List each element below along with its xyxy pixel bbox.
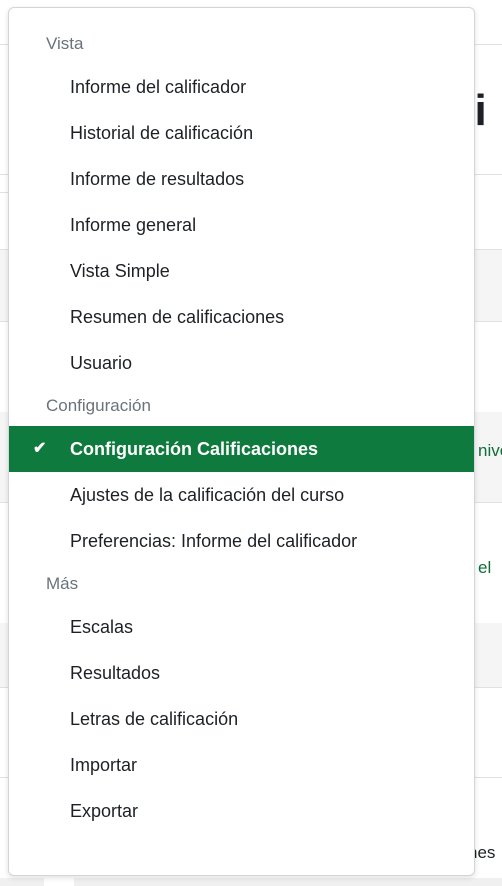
footer-cell — [44, 878, 74, 886]
menu-item-label: Vista Simple — [70, 261, 170, 281]
menu-item-label: Historial de calificación — [70, 123, 254, 143]
menu-item-label: Configuración Calificaciones — [70, 439, 319, 459]
group-header-configuracion: Configuración — [46, 396, 151, 415]
menu-item-label: Informe del calificador — [70, 77, 247, 97]
menu-item-resumen-calificaciones[interactable]: Resumen de calificaciones — [9, 294, 474, 340]
menu-item-informe-resultados[interactable]: Informe de resultados — [9, 156, 474, 202]
menu-item-vista-simple[interactable]: Vista Simple — [9, 248, 474, 294]
menu-item-informe-calificador[interactable]: Informe del calificador — [9, 64, 474, 110]
menu-item-preferencias-informe[interactable]: Preferencias: Informe del calificador — [9, 518, 474, 564]
group-header-vista: Vista — [46, 34, 84, 53]
menu-item-label: Informe general — [70, 215, 197, 235]
menu-item-label: Escalas — [70, 617, 134, 637]
menu-item-label: Letras de calificación — [70, 709, 239, 729]
group-header-mas: Más — [46, 574, 79, 593]
check-icon: ✔ — [33, 440, 47, 457]
table-link-fragment[interactable]: nive — [478, 441, 502, 461]
menu-item-label: Importar — [70, 755, 138, 775]
menu-item-resultados[interactable]: Resultados — [9, 650, 474, 696]
menu-item-historial-calificacion[interactable]: Historial de calificación — [9, 110, 474, 156]
table-link-fragment[interactable]: el — [478, 558, 491, 578]
menu-item-label: Resumen de calificaciones — [70, 307, 285, 327]
menu-item-label: Resultados — [70, 663, 161, 683]
menu-item-configuracion-calificaciones[interactable]: ✔ Configuración Calificaciones — [9, 426, 474, 472]
menu-item-label: Usuario — [70, 353, 133, 373]
menu-item-letras-calificacion[interactable]: Letras de calificación — [9, 696, 474, 742]
menu-item-label: Ajustes de la calificación del curso — [70, 485, 345, 505]
menu-item-label: Informe de resultados — [70, 169, 245, 189]
menu-item-ajustes-calificacion-curso[interactable]: Ajustes de la calificación del curso — [9, 472, 474, 518]
menu-item-label: Exportar — [70, 801, 139, 821]
menu-item-importar[interactable]: Importar — [9, 742, 474, 788]
menu-item-usuario[interactable]: Usuario — [9, 340, 474, 386]
menu-item-exportar[interactable]: Exportar — [9, 788, 474, 834]
footer-band — [0, 878, 502, 886]
menu-item-label: Preferencias: Informe del calificador — [70, 531, 358, 551]
gradebook-navigation-dropdown: Vista Informe del calificador Historial … — [8, 7, 475, 876]
menu-item-escalas[interactable]: Escalas — [9, 604, 474, 650]
menu-item-informe-general[interactable]: Informe general — [9, 202, 474, 248]
